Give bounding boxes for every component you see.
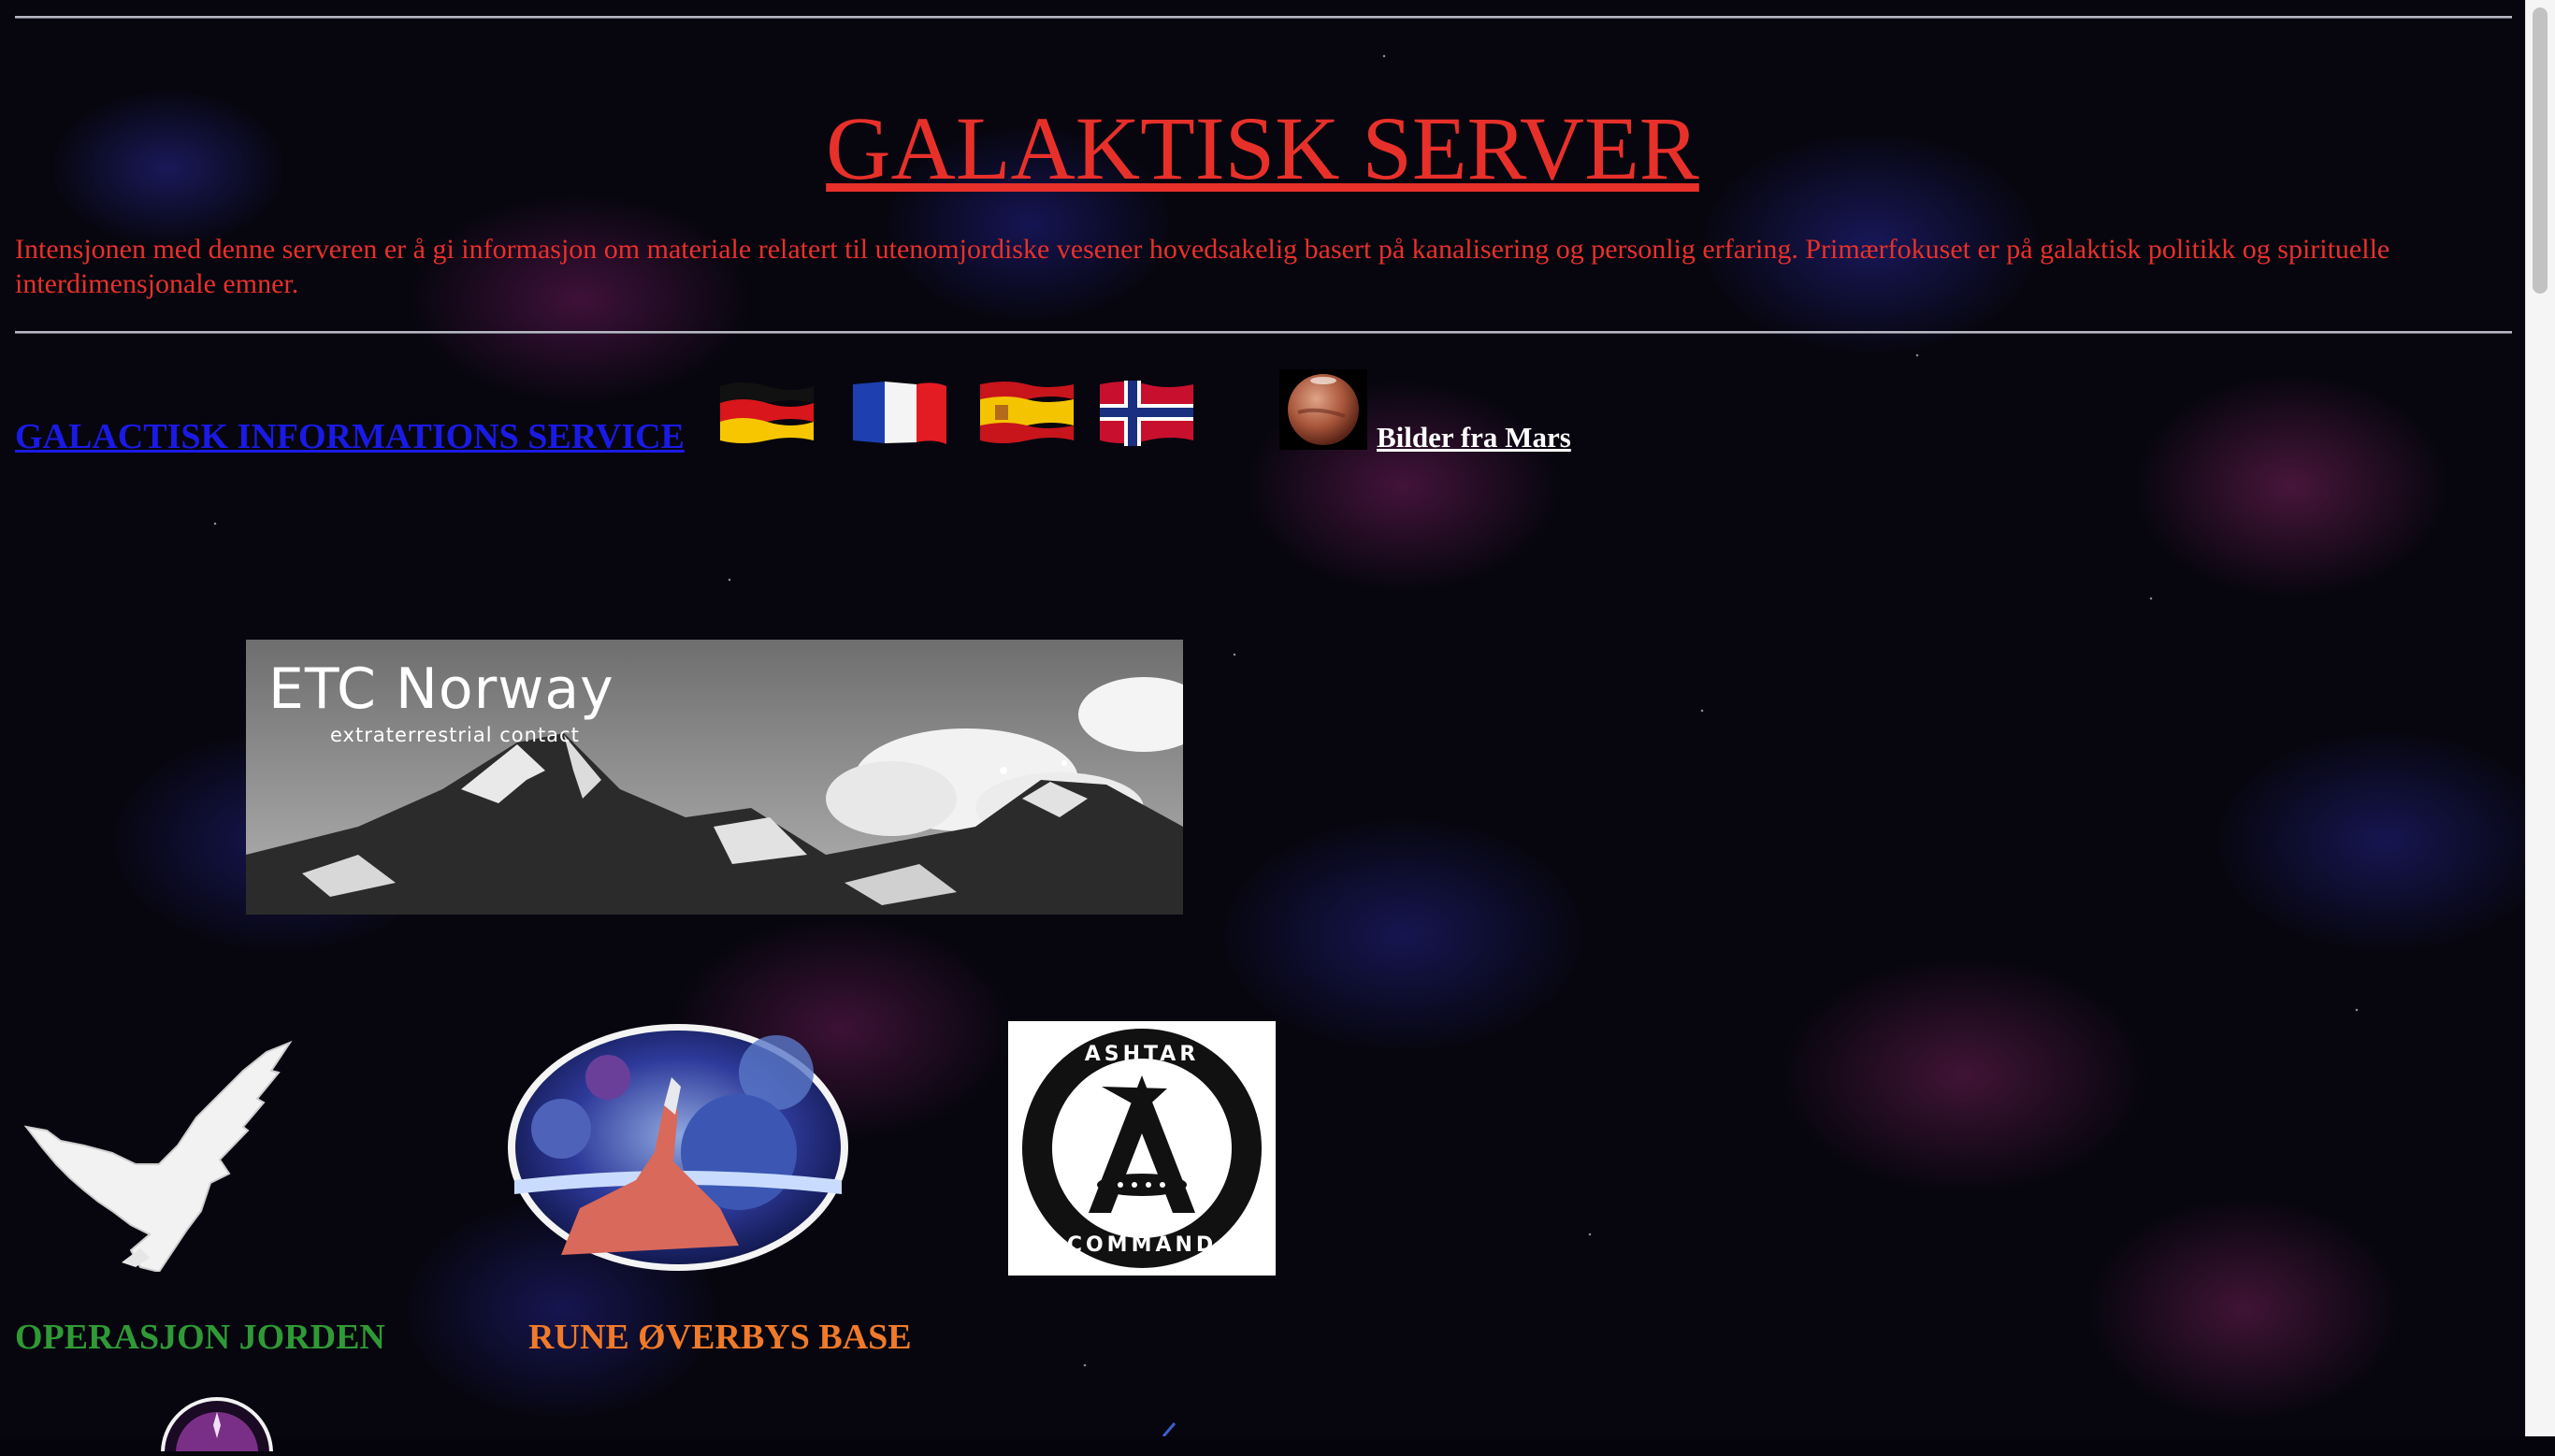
ashtar-bottom-label: COMMAND: [1067, 1233, 1217, 1257]
page-title: GALAKTISK SERVER: [826, 98, 1699, 198]
ashtar-top-label: ASHTAR: [1085, 1043, 1200, 1066]
eagle-icon[interactable]: [19, 1033, 304, 1274]
intro-paragraph: Intensjonen med denne serveren er å gi i…: [15, 234, 2390, 299]
ashtar-command-logo[interactable]: ASHTAR COMMAND: [1008, 1021, 1276, 1276]
banner-title: ETC Norway: [268, 656, 614, 722]
spanish-flag-icon[interactable]: [978, 379, 1075, 446]
etc-norway-banner[interactable]: ETC Norway extraterrestrial contact: [246, 640, 1183, 915]
banner-subtitle: extraterrestrial contact: [330, 724, 580, 746]
operasjon-jorden-caption[interactable]: OPERASJON JORDEN: [15, 1317, 385, 1358]
german-flag-icon[interactable]: [718, 379, 816, 446]
mars-pictures-link[interactable]: Bilder fra Mars: [1377, 421, 1571, 454]
purple-emblem-icon[interactable]: [159, 1395, 275, 1456]
mars-thumbnail-icon[interactable]: [1279, 369, 1367, 450]
galactic-information-service-link[interactable]: GALACTISK INFORMATIONS SERVICE: [15, 416, 685, 457]
norwegian-flag-icon[interactable]: [1098, 379, 1195, 446]
middle-divider: [15, 331, 2512, 334]
rune-overby-base-icon[interactable]: [505, 1021, 851, 1274]
french-flag-icon[interactable]: [851, 379, 948, 446]
blue-mark-icon: [1160, 1421, 1178, 1437]
rune-overbys-base-caption[interactable]: RUNE ØVERBYS BASE: [528, 1317, 912, 1358]
scrollbar-thumb[interactable]: [2533, 7, 2548, 294]
top-divider: [15, 16, 2512, 19]
